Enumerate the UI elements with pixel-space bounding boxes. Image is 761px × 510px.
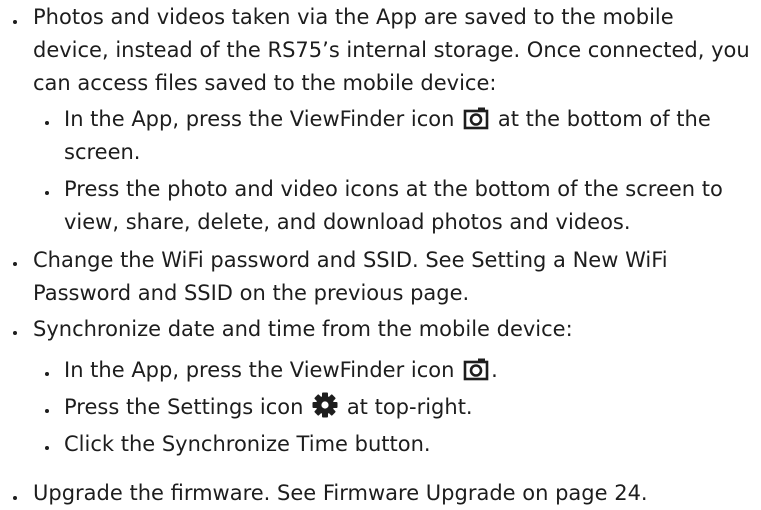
list-item: Press the Settings icon at top-right.: [64, 391, 754, 424]
list-item-text: .: [491, 358, 498, 382]
bullet: [13, 496, 17, 500]
list-item-text: Press the photo and video icons at the b…: [64, 177, 723, 234]
gear-icon: [312, 392, 338, 418]
camera-icon: [463, 358, 489, 381]
list-item: In the App, press the ViewFinder icon at…: [64, 103, 734, 169]
list-item-text: at top-right.: [346, 395, 473, 419]
list-item-text: In the App, press the ViewFinder icon: [64, 107, 455, 131]
list-item-text: Photos and videos taken via the App are …: [33, 5, 750, 95]
list-item: In the App, press the ViewFinder icon .: [64, 354, 754, 387]
list-item-text: Synchronize date and time from the mobil…: [33, 317, 573, 341]
list-item-text: Press the Settings icon: [64, 395, 304, 419]
bullet: [45, 191, 49, 195]
list-item: Photos and videos taken via the App are …: [33, 1, 753, 100]
bullet: [13, 262, 17, 266]
list-item-text: In the App, press the ViewFinder icon: [64, 358, 455, 382]
bullet: [45, 372, 49, 376]
list-item: Synchronize date and time from the mobil…: [33, 313, 753, 346]
camera-icon: [463, 107, 489, 130]
bullet: [13, 331, 17, 335]
list-item-text: Change the WiFi password and SSID. See S…: [33, 248, 668, 305]
list-item: Change the WiFi password and SSID. See S…: [33, 244, 673, 310]
document-page: Photos and videos taken via the App are …: [0, 0, 761, 509]
list-item-text: Click the Synchronize Time button.: [64, 432, 431, 456]
list-item-text: Upgrade the firmware. See Firmware Upgra…: [33, 481, 648, 505]
bullet: [45, 446, 49, 450]
bullet: [45, 409, 49, 413]
list-item: Upgrade the firmware. See Firmware Upgra…: [33, 477, 753, 510]
list-item: Press the photo and video icons at the b…: [64, 173, 754, 239]
bullet: [45, 121, 49, 125]
list-item: Click the Synchronize Time button.: [64, 428, 754, 461]
bullet: [13, 20, 17, 24]
